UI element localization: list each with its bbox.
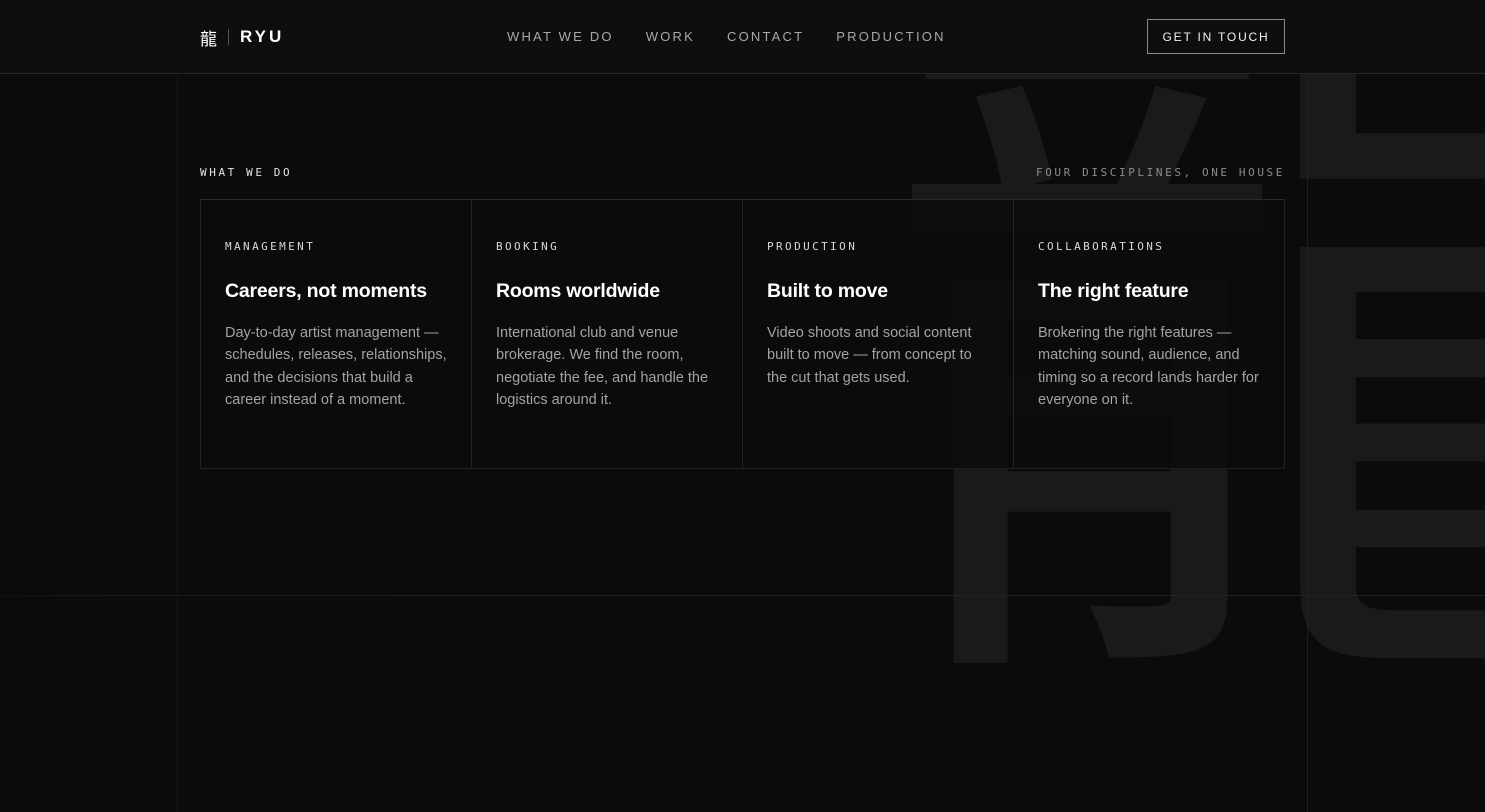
disciplines-grid: MANAGEMENT Careers, not moments Day-to-d… [200, 200, 1285, 469]
card-body: Video shoots and social content built to… [767, 325, 972, 386]
get-in-touch-button[interactable]: GET IN TOUCH [1147, 19, 1285, 54]
card-tag: BOOKING [496, 240, 560, 253]
section-divider [0, 595, 1485, 596]
discipline-card-collaborations: COLLABORATIONS The right feature Brokeri… [1014, 200, 1285, 468]
card-body: Day-to-day artist management — schedules… [225, 325, 447, 408]
discipline-card-production: PRODUCTION Built to move Video shoots an… [743, 200, 1014, 468]
logo-glyph: 龍 [200, 29, 217, 50]
card-body: International club and venue brokerage. … [496, 325, 709, 408]
grid-line-right [1307, 74, 1308, 812]
nav-link-what-we-do[interactable]: WHAT WE DO [507, 29, 614, 44]
discipline-card-management: MANAGEMENT Careers, not moments Day-to-d… [201, 200, 472, 468]
card-tag: PRODUCTION [767, 240, 858, 253]
nav-link-work[interactable]: WORK [646, 29, 695, 44]
card-title: Rooms worldwide [496, 280, 660, 302]
main-nav: WHAT WE DO WORK CONTACT PRODUCTION [507, 29, 946, 44]
section-header: WHAT WE DO FOUR DISCIPLINES, ONE HOUSE [200, 166, 1285, 200]
logo-wordmark: RYU [240, 27, 285, 46]
nav-link-contact[interactable]: CONTACT [727, 29, 804, 44]
section-eyebrow: WHAT WE DO [200, 166, 293, 179]
card-tag: MANAGEMENT [225, 240, 316, 253]
page: 龍 龍 RYU WHAT WE DO WORK CONTACT PRODUCTI… [0, 0, 1485, 812]
card-title: The right feature [1038, 280, 1189, 302]
site-header: 龍 RYU WHAT WE DO WORK CONTACT PRODUCTION… [0, 0, 1485, 74]
card-body: Brokering the right features — matching … [1038, 325, 1259, 408]
card-title: Built to move [767, 280, 888, 302]
nav-link-production[interactable]: PRODUCTION [836, 29, 945, 44]
logo-divider [228, 29, 229, 45]
section-tagline: FOUR DISCIPLINES, ONE HOUSE [1035, 166, 1285, 179]
grid-line-left [177, 74, 178, 812]
card-tag: COLLABORATIONS [1038, 240, 1165, 253]
discipline-card-booking: BOOKING Rooms worldwide International cl… [472, 200, 743, 468]
card-title: Careers, not moments [225, 280, 427, 302]
logo[interactable]: 龍 RYU [200, 26, 285, 50]
